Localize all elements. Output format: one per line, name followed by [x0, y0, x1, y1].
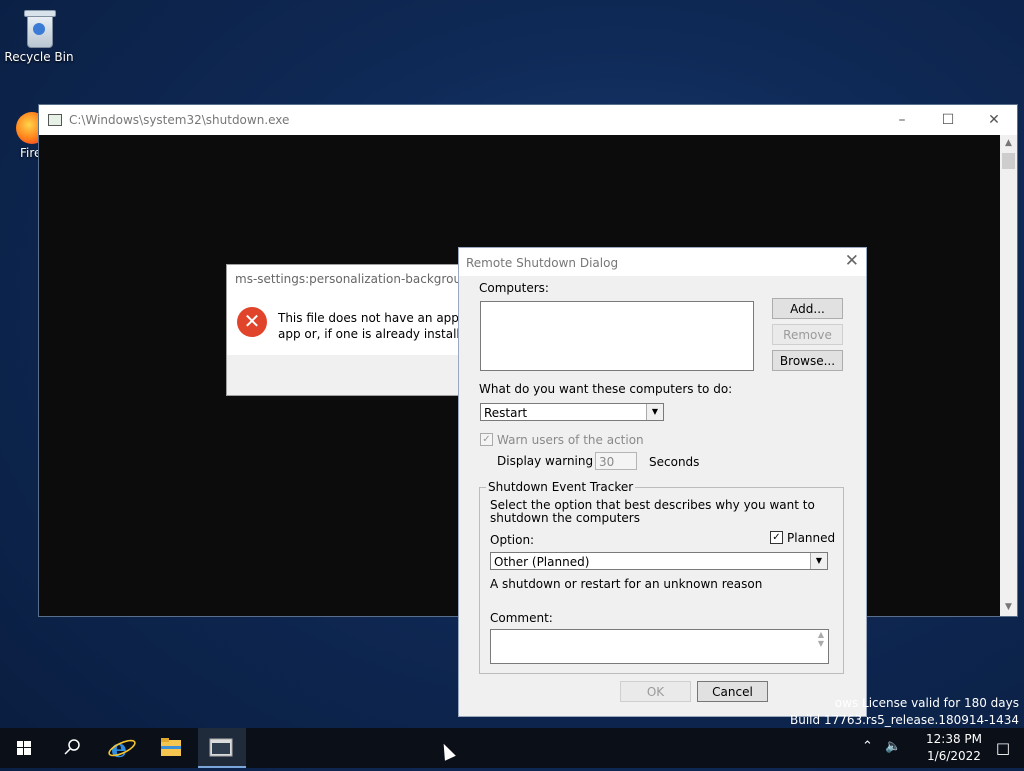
error-dialog-title: ms-settings:personalization-background: [235, 272, 477, 286]
scroll-thumb[interactable]: [1002, 153, 1015, 169]
remove-button[interactable]: Remove: [772, 324, 843, 345]
warn-users-label: Warn users of the action: [497, 433, 644, 447]
dialog-close-icon[interactable]: ✕: [845, 251, 859, 271]
recycle-bin-icon: [22, 8, 56, 48]
remote-shutdown-dialog[interactable]: Remote Shutdown Dialog ✕ Computers: Add.…: [458, 247, 867, 717]
windows-logo-icon: [17, 741, 31, 755]
comment-scrollbar[interactable]: ▲ ▼: [814, 630, 828, 663]
action-select-value: Restart: [484, 406, 528, 420]
warning-seconds-input[interactable]: 30: [595, 452, 637, 470]
option-label: Option:: [490, 533, 535, 547]
svg-text:e: e: [111, 734, 127, 763]
search-button[interactable]: [48, 728, 96, 768]
taskbar-shutdown-console[interactable]: [198, 728, 246, 768]
console-app-icon: [48, 114, 62, 126]
taskbar: e ⌃ 🔈 12:38 PM 1/6/2022 □: [0, 728, 1024, 768]
chevron-down-icon: ▼: [810, 553, 827, 569]
minimize-button[interactable]: –: [879, 105, 925, 135]
browse-button[interactable]: Browse...: [772, 350, 843, 371]
comment-label: Comment:: [490, 611, 553, 625]
recycle-bin-label: Recycle Bin: [4, 50, 74, 64]
volume-muted-icon[interactable]: 🔈: [885, 739, 901, 754]
seconds-label: Seconds: [649, 455, 700, 469]
error-dialog[interactable]: ms-settings:personalization-background ✕…: [226, 264, 476, 396]
error-message-line2: app or, if one is already installed, c: [278, 327, 467, 341]
option-description: A shutdown or restart for an unknown rea…: [490, 577, 763, 591]
scroll-down-icon[interactable]: ▼: [1000, 599, 1017, 616]
maximize-button[interactable]: ☐: [925, 105, 971, 135]
add-button[interactable]: Add...: [772, 298, 843, 319]
start-button[interactable]: [0, 728, 48, 768]
tracker-description: Select the option that best describes wh…: [490, 498, 815, 525]
taskbar-internet-explorer[interactable]: e: [98, 728, 146, 768]
search-icon: [64, 739, 80, 755]
error-message-line1: This file does not have an app asso: [278, 311, 467, 325]
taskbar-file-explorer[interactable]: [148, 728, 196, 768]
console-app-icon: [209, 738, 233, 757]
license-text: ows License valid for 180 days: [834, 696, 1019, 710]
clock-date: 1/6/2022: [927, 749, 981, 763]
internet-explorer-icon: e: [108, 734, 136, 763]
scroll-up-icon[interactable]: ▲: [1000, 135, 1017, 152]
console-scrollbar[interactable]: ▲ ▼: [1000, 135, 1017, 616]
recycle-bin-shortcut[interactable]: Recycle Bin: [4, 8, 74, 64]
planned-checkbox[interactable]: ✓: [770, 531, 783, 544]
option-select-value: Other (Planned): [494, 555, 590, 569]
computers-list[interactable]: [480, 301, 754, 371]
comment-input[interactable]: ▲ ▼: [490, 629, 829, 664]
notifications-icon[interactable]: □: [996, 739, 1010, 757]
chevron-down-icon: ▼: [646, 404, 663, 420]
shutdown-event-tracker-group: Shutdown Event Tracker Select the option…: [479, 480, 844, 674]
show-hidden-icons-chevron-icon[interactable]: ⌃: [862, 739, 873, 754]
license-watermark: ows License valid for 180 days Build 177…: [790, 695, 1019, 729]
dialog-title-bar[interactable]: Remote Shutdown Dialog ✕: [459, 248, 866, 276]
dialog-title: Remote Shutdown Dialog: [466, 256, 619, 270]
computers-label: Computers:: [479, 281, 549, 295]
option-select[interactable]: Other (Planned) ▼: [490, 552, 828, 570]
warning-seconds-value: 30: [599, 455, 615, 469]
tracker-group-label: Shutdown Event Tracker: [486, 480, 636, 494]
ok-button[interactable]: OK: [620, 681, 691, 702]
action-question-label: What do you want these computers to do:: [479, 382, 733, 396]
folder-icon: [161, 738, 181, 756]
clock-time: 12:38 PM: [926, 732, 982, 746]
clock[interactable]: 12:38 PM 1/6/2022: [922, 731, 986, 765]
planned-label: Planned: [787, 531, 836, 545]
action-select[interactable]: Restart ▼: [480, 403, 664, 421]
cancel-button[interactable]: Cancel: [697, 681, 768, 702]
error-icon: ✕: [237, 307, 267, 337]
console-title-bar[interactable]: C:\Windows\system32\shutdown.exe – ☐ ✕: [39, 105, 1017, 135]
error-message: This file does not have an app asso app …: [278, 310, 467, 342]
warn-users-checkbox[interactable]: ✓: [480, 433, 493, 446]
close-button[interactable]: ✕: [971, 105, 1017, 135]
build-text: Build 17763.rs5_release.180914-1434: [790, 713, 1019, 727]
error-dialog-footer: [227, 355, 467, 395]
console-title: C:\Windows\system32\shutdown.exe: [69, 113, 290, 127]
